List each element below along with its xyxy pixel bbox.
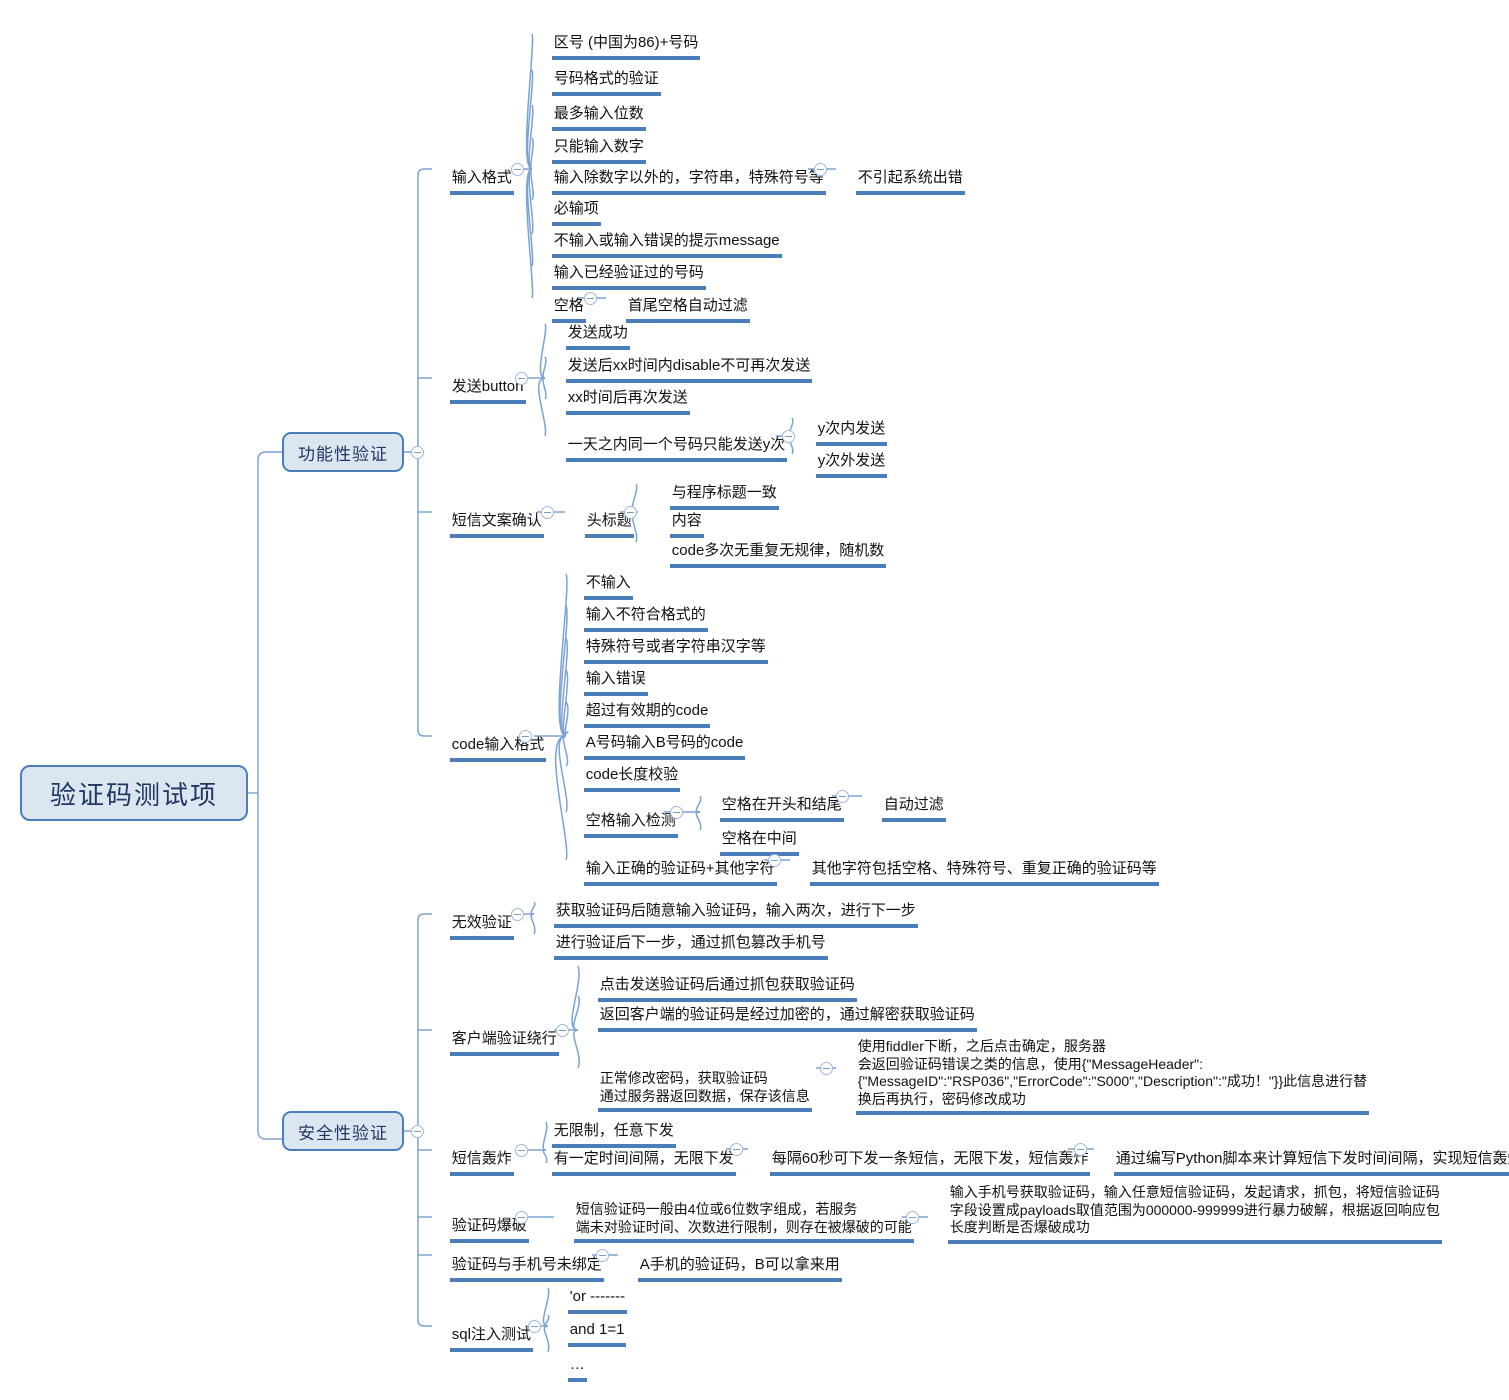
topic-beyond-y-times[interactable]: y次外发送 — [798, 434, 888, 496]
branch-security-validation[interactable]: 安全性验证 — [282, 1111, 404, 1151]
topic-beyond-y-times-label: y次外发送 — [815, 452, 888, 478]
toggle-invalid-verification[interactable] — [511, 908, 524, 921]
topic-client-bypass[interactable]: 客户端验证绕行 — [432, 1012, 559, 1074]
topic-client-bypass-label: 客户端验证绕行 — [449, 1030, 559, 1056]
topic-sms-bomb-label: 短信轰炸 — [449, 1150, 514, 1176]
topic-no-system-error[interactable]: 不引起系统出错 — [838, 151, 965, 213]
toggle-space-leading-trailing[interactable] — [836, 790, 849, 803]
toggle-client-bypass[interactable] — [556, 1024, 569, 1037]
toggle-header-title[interactable] — [624, 506, 637, 519]
topic-input-format-label: 输入格式 — [449, 169, 514, 195]
toggle-correct-code-plus-extra[interactable] — [768, 854, 781, 867]
topic-code-input-format-label: code输入格式 — [449, 736, 547, 762]
topic-correct-code-plus-extra-label: 输入正确的验证码+其他字符 — [583, 860, 777, 886]
topic-daily-send-limit-label: 一天之内同一个号码只能发送y次 — [565, 436, 788, 462]
topic-header-title[interactable]: 头标题 — [567, 494, 634, 556]
toggle-sms-copy-confirm[interactable] — [541, 506, 554, 519]
topic-payload-brute-force-label: 输入手机号获取验证码，输入任意短信验证码，发起请求，抓包，将短信验证码 字段设置… — [947, 1184, 1442, 1244]
topic-code-random-label: code多次无重复无规律，随机数 — [669, 542, 887, 568]
topic-sms-copy-confirm[interactable]: 短信文案确认 — [432, 494, 544, 556]
topic-sql-injection[interactable]: sql注入测试 — [432, 1308, 533, 1370]
topic-input-format[interactable]: 输入格式 — [432, 151, 514, 213]
topic-interval-unlimited-send-label: 有一定时间间隔，无限下发 — [551, 1150, 736, 1176]
toggle-save-server-response[interactable] — [820, 1062, 833, 1075]
toggle-60s-interval[interactable] — [1074, 1143, 1087, 1156]
toggle-functional-validation[interactable] — [411, 446, 424, 459]
toggle-code-composition[interactable] — [906, 1211, 919, 1224]
topic-reuse-other-code[interactable]: A手机的验证码，B可以拿来用 — [620, 1238, 842, 1300]
topic-fiddler-replace-label: 使用fiddler下断，之后点击确定，服务器 会返回验证码错误之类的信息，使用{… — [855, 1038, 1370, 1115]
topic-code-input-format[interactable]: code输入格式 — [432, 718, 547, 780]
topic-sms-copy-confirm-label: 短信文案确认 — [449, 512, 544, 538]
root-node-label: 验证码测试项 — [49, 779, 218, 810]
topic-send-button-label: 发送button — [449, 378, 526, 404]
toggle-code-brute-force[interactable] — [515, 1211, 528, 1224]
topic-code-length-check-label: code长度校验 — [583, 766, 681, 792]
toggle-security-validation[interactable] — [411, 1125, 424, 1138]
toggle-code-not-bound[interactable] — [596, 1249, 609, 1262]
toggle-space[interactable] — [584, 292, 597, 305]
topic-no-system-error-label: 不引起系统出错 — [855, 169, 965, 195]
topic-extra-chars-include-label: 其他字符包括空格、特殊符号、重复正确的验证码等 — [809, 860, 1159, 886]
branch-functional-validation-label: 功能性验证 — [298, 444, 388, 464]
toggle-daily-send-limit[interactable] — [782, 430, 795, 443]
branch-security-validation-label: 安全性验证 — [298, 1123, 388, 1143]
topic-sql-injection-label: sql注入测试 — [449, 1326, 533, 1352]
toggle-sql-injection[interactable] — [528, 1320, 541, 1333]
branch-functional-validation[interactable]: 功能性验证 — [282, 432, 404, 472]
topic-sms-bomb[interactable]: 短信轰炸 — [432, 1132, 514, 1194]
topic-space-detection-label: 空格输入检测 — [583, 812, 678, 838]
topic-send-button[interactable]: 发送button — [432, 360, 526, 422]
toggle-sms-bomb[interactable] — [515, 1144, 528, 1157]
toggle-non-digit-input[interactable] — [814, 163, 827, 176]
topic-auto-filter-label: 自动过滤 — [881, 796, 946, 822]
toggle-send-button[interactable] — [515, 372, 528, 385]
toggle-input-format[interactable] — [511, 163, 524, 176]
topic-resend-after-time-label: xx时间后再次发送 — [565, 389, 690, 415]
topic-invalid-verification[interactable]: 无效验证 — [432, 896, 514, 958]
topic-sqli-more[interactable]: … — [550, 1338, 587, 1400]
topic-invalid-verification-label: 无效验证 — [449, 914, 514, 940]
topic-tamper-phone-number-label: 进行验证后下一步，通过抓包篡改手机号 — [553, 934, 828, 960]
topic-sqli-more-label: … — [567, 1356, 587, 1382]
topic-reuse-other-code-label: A手机的验证码，B可以拿来用 — [637, 1256, 842, 1282]
topic-trim-spaces-label: 首尾空格自动过滤 — [625, 297, 750, 323]
root-node[interactable]: 验证码测试项 — [20, 765, 248, 821]
toggle-code-input-format[interactable] — [519, 730, 532, 743]
mindmap-canvas: 验证码测试项 功能性验证 安全性验证 输入格式 区号 (中国为86)+号码 号码… — [0, 0, 1509, 1382]
topic-code-composition-label: 短信验证码一般由4位或6位数字组成，若服务 端未对验证时间、次数进行限制，则存在… — [573, 1201, 914, 1243]
topic-payload-brute-force[interactable]: 输入手机号获取验证码，输入任意短信验证码，发起请求，抓包，将短信验证码 字段设置… — [930, 1166, 1442, 1262]
topic-code-random[interactable]: code多次无重复无规律，随机数 — [652, 524, 887, 586]
toggle-space-detection[interactable] — [670, 806, 683, 819]
toggle-interval-unlimited-send[interactable] — [730, 1143, 743, 1156]
topic-auto-filter[interactable]: 自动过滤 — [864, 778, 946, 840]
topic-fiddler-replace[interactable]: 使用fiddler下断，之后点击确定，服务器 会返回验证码错误之类的信息，使用{… — [838, 1020, 1370, 1133]
